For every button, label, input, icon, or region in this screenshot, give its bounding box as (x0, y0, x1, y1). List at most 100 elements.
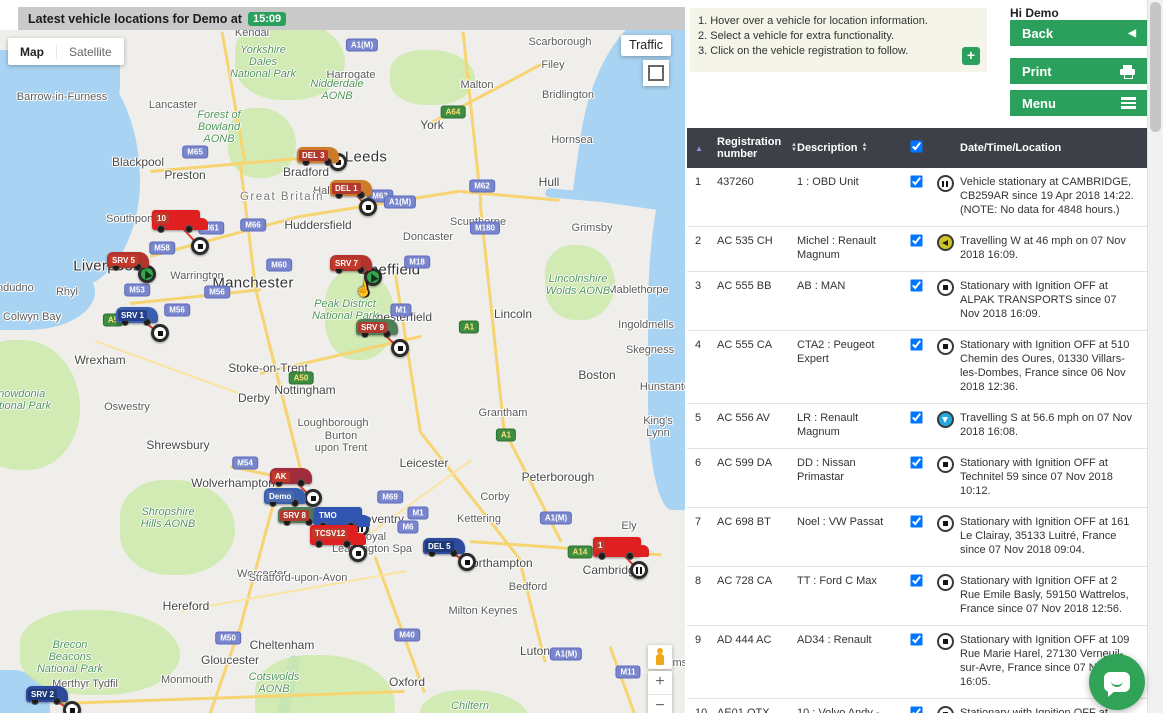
select-all-checkbox[interactable] (910, 140, 922, 152)
status-marker-stop[interactable] (63, 701, 81, 713)
map-canvas[interactable]: KendalBarrow-in-FurnessLancasterHarrogat… (0, 30, 685, 713)
status-marker-stop[interactable] (349, 544, 367, 562)
map-vehicle-tmo[interactable]: TMO (314, 507, 362, 527)
map-city-label: Hunstanton (640, 381, 685, 393)
chat-icon (1104, 672, 1130, 692)
row-status-cell (930, 234, 960, 262)
zoom-in-button[interactable]: + (648, 671, 672, 695)
map-city-label: Peterborough (522, 470, 595, 484)
header-datetime[interactable]: Date/Time/Location (960, 142, 1148, 154)
status-marker-stop[interactable] (151, 324, 169, 342)
registration-link[interactable]: AC 599 DA (717, 456, 797, 498)
status-marker-stop[interactable] (304, 489, 322, 507)
road-badge: M6 (397, 521, 418, 534)
registration-link[interactable]: AE01 QTX (717, 706, 797, 713)
map-vehicle-srv-1[interactable]: SRV 1 (116, 307, 158, 323)
row-checkbox[interactable] (910, 411, 922, 423)
vehicle-label: DEL 3 (299, 150, 328, 161)
map-vehicle-srv-5[interactable]: SRV 5 (107, 252, 149, 268)
header-description[interactable]: Description ▲▼ (797, 142, 902, 154)
row-checkbox[interactable] (910, 279, 922, 291)
zoom-out-button[interactable]: − (648, 695, 672, 713)
row-checkbox-cell (902, 279, 930, 321)
header-registration[interactable]: Registration number ▲▼ (717, 136, 797, 160)
map-region-label: Chiltern (451, 700, 489, 712)
datetime-location-text: Travelling W at 46 mph on 07 Nov 2018 16… (960, 234, 1148, 262)
registration-link[interactable]: AC 728 CA (717, 574, 797, 616)
vehicle-label: DEL 1 (332, 183, 361, 194)
vehicle-label: TMO (316, 510, 340, 521)
row-checkbox[interactable] (910, 706, 922, 713)
row-checkbox[interactable] (910, 574, 922, 586)
table-row: 5 AC 556 AV LR : Renault Magnum Travelli… (687, 404, 1148, 449)
traffic-button[interactable]: Traffic (621, 35, 671, 56)
map-vehicle-tcsv12[interactable]: TCSV12 (310, 525, 358, 545)
row-checkbox[interactable] (910, 234, 922, 246)
pegman-control[interactable] (648, 645, 672, 669)
map-vehicle-del-5[interactable]: DEL 5 (423, 538, 465, 554)
back-button[interactable]: Back ◀ (1010, 20, 1148, 46)
status-marker-stop[interactable] (359, 198, 377, 216)
table-header: ▲ Registration number ▲▼ Description ▲▼ … (687, 128, 1148, 168)
row-checkbox[interactable] (910, 456, 922, 468)
registration-link[interactable]: AD 444 AC (717, 633, 797, 689)
registration-link[interactable]: AC 556 AV (717, 411, 797, 439)
registration-link[interactable]: AC 698 BT (717, 515, 797, 557)
header-sort-index[interactable]: ▲ (687, 142, 717, 154)
row-checkbox[interactable] (910, 175, 922, 187)
registration-link[interactable]: 437260 (717, 175, 797, 217)
map-city-label: Monmouth (161, 674, 213, 686)
map-type-map[interactable]: Map (8, 45, 56, 59)
vehicle-description: 1 : OBD Unit (797, 175, 902, 217)
print-button[interactable]: Print (1010, 58, 1148, 84)
row-checkbox-cell (902, 706, 930, 713)
header-checkbox-cell (902, 140, 930, 156)
road-badge: M1 (407, 507, 428, 520)
stationary-icon (937, 456, 954, 473)
road-badge: A1 (496, 429, 516, 442)
registration-link[interactable]: AC 535 CH (717, 234, 797, 262)
greeting-text: Hi Demo (1010, 6, 1059, 20)
hamburger-icon (1121, 97, 1136, 109)
row-checkbox-cell (902, 411, 930, 439)
scrollbar-thumb[interactable] (1150, 2, 1161, 132)
map-vehicle-srv-7[interactable]: SRV 7 (330, 255, 372, 271)
vertical-scrollbar[interactable] (1147, 0, 1163, 713)
map-vehicle-1[interactable]: 1 (593, 537, 641, 557)
status-marker-pause[interactable] (630, 561, 648, 579)
menu-button[interactable]: Menu (1010, 90, 1148, 116)
road (609, 646, 637, 713)
map-city-label: Ingoldmells (618, 319, 674, 331)
row-checkbox[interactable] (910, 633, 922, 645)
map-city-label: Oxford (389, 675, 425, 689)
map-city-label: Wrexham (74, 353, 125, 367)
map-vehicle-10[interactable]: 10 (152, 210, 200, 230)
live-chat-button[interactable] (1089, 654, 1145, 710)
map-vehicle-del-3[interactable]: DEL 3 (297, 147, 339, 163)
map-type-satellite[interactable]: Satellite (56, 45, 124, 59)
map-city-label: Loughborough (298, 417, 369, 429)
status-marker-stop[interactable] (191, 237, 209, 255)
vehicle-cab (354, 533, 366, 545)
row-checkbox[interactable] (910, 515, 922, 527)
row-number: 7 (687, 515, 717, 557)
status-marker-stop[interactable] (458, 553, 476, 571)
registration-link[interactable]: AC 555 BB (717, 279, 797, 321)
map-region-label: Lincolnshire Wolds AONB (546, 273, 610, 297)
registration-link[interactable]: AC 555 CA (717, 338, 797, 394)
instruction-line-1: 1. Hover over a vehicle for location inf… (698, 14, 979, 29)
map-city-label: Malton (460, 79, 493, 91)
add-button[interactable]: + (962, 47, 980, 65)
map-vehicle-srv-9[interactable]: SRV 9 (356, 319, 398, 335)
map-city-label: Cheltenham (250, 638, 315, 652)
status-marker-stop[interactable] (391, 339, 409, 357)
map-vehicle-srv-2[interactable]: SRV 2 (26, 686, 68, 702)
map-vehicle-del-1[interactable]: DEL 1 (330, 180, 372, 196)
row-checkbox[interactable] (910, 338, 922, 350)
map-vehicle-demo[interactable]: Demo (264, 488, 306, 504)
map-title: Latest vehicle locations for Demo at (28, 12, 242, 26)
back-arrow-icon: ◀ (1128, 28, 1136, 39)
map-vehicle-ak[interactable]: AK (270, 468, 312, 484)
table-row: 9 AD 444 AC AD34 : Renault Stationary wi… (687, 626, 1148, 699)
fullscreen-button[interactable] (643, 60, 669, 86)
